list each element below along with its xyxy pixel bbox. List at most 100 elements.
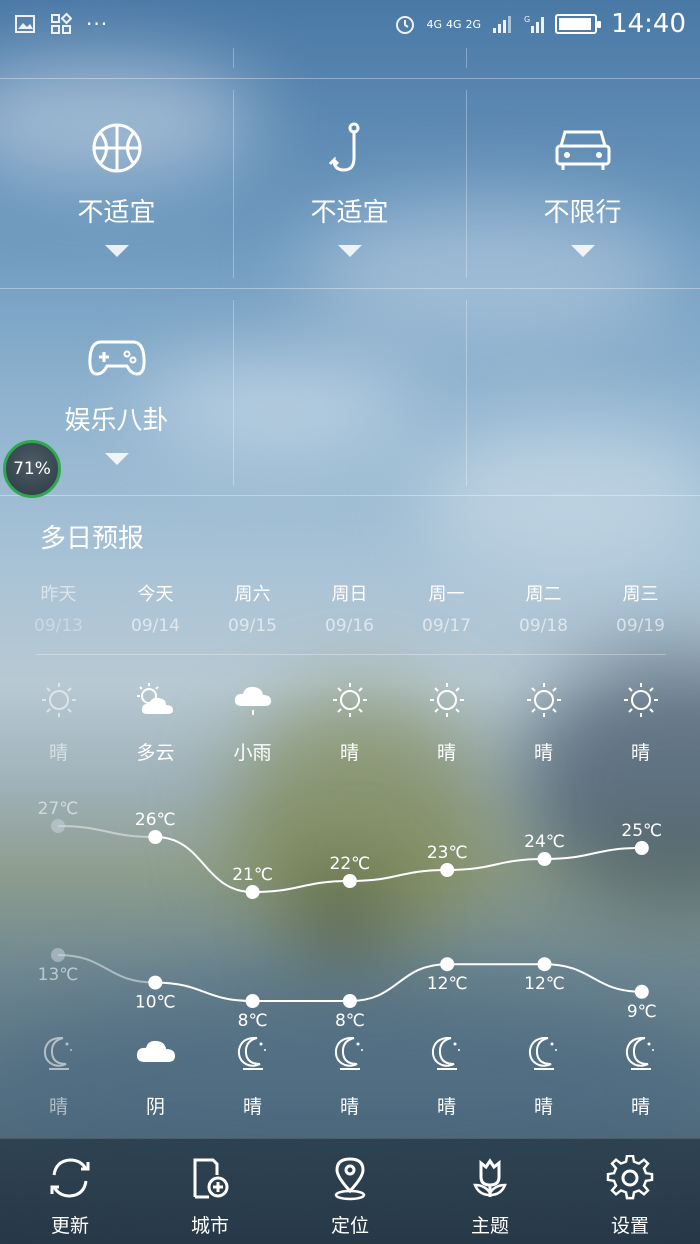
index-label: 不限行 xyxy=(543,198,622,228)
night-weather-text: 晴 xyxy=(436,1096,456,1118)
night-weather-cell: 晴 xyxy=(10,1032,107,1119)
high-temp-label: 22℃ xyxy=(330,854,371,874)
bottom-navigation: 更新 城市 定位 主题 设置 xyxy=(0,1138,700,1244)
day-weather-text: 多云 xyxy=(136,742,175,764)
index-tile-basketball[interactable]: 不适宜 xyxy=(0,92,233,292)
network-label-3: 2G xyxy=(465,17,482,31)
image-icon xyxy=(15,15,35,33)
fishing-hook-icon xyxy=(328,122,359,172)
expand-caret-icon[interactable] xyxy=(570,245,595,257)
index-tile-fishing[interactable]: 不适宜 xyxy=(233,92,466,292)
forecast-day-column: 周六 09/15 xyxy=(204,580,301,636)
sun-icon xyxy=(526,683,561,717)
svg-text:G: G xyxy=(524,15,530,24)
forecast-days-header: 昨天 09/13 今天 09/14 周六 09/15 周日 09/16 周一 09/17 … xyxy=(10,580,690,640)
index-label: 娱乐八卦 xyxy=(64,406,169,436)
index-tile-car[interactable]: 不限行 xyxy=(466,92,699,292)
high-temp-point xyxy=(537,852,552,866)
low-temp-label: 10℃ xyxy=(135,993,176,1013)
city-icon xyxy=(193,1158,229,1199)
nav-locate-button[interactable]: 定位 xyxy=(280,1155,420,1238)
refresh-icon xyxy=(50,1158,90,1198)
day-weather-cell: 晴 xyxy=(495,680,592,765)
sun-icon xyxy=(429,683,464,717)
night-weather-cell: 晴 xyxy=(495,1032,592,1119)
nav-city-button[interactable]: 城市 xyxy=(140,1155,280,1238)
night-weather-text: 晴 xyxy=(242,1096,262,1118)
clock-time: 14:40 xyxy=(611,9,686,39)
network-labels: 4G 4G 2G xyxy=(426,19,481,30)
light-rain-icon xyxy=(234,686,271,715)
forecast-day-column: 今天 09/14 xyxy=(107,580,204,636)
day-date: 09/14 xyxy=(131,616,180,636)
index-label: 不适宜 xyxy=(77,198,156,228)
signal-icon xyxy=(493,16,512,33)
nav-label: 主题 xyxy=(470,1215,509,1237)
moon-icon xyxy=(625,1037,654,1070)
expand-caret-icon[interactable] xyxy=(104,245,129,257)
high-temp-label: 26℃ xyxy=(135,810,176,830)
forecast-day-column: 周二 09/18 xyxy=(495,580,592,636)
sun-icon xyxy=(41,683,76,717)
low-temp-label: 12℃ xyxy=(427,974,468,994)
day-name: 昨天 xyxy=(40,584,77,605)
night-weather-cell: 晴 xyxy=(398,1032,495,1119)
low-temp-label: 9℃ xyxy=(627,1002,657,1022)
grid-divider xyxy=(0,78,700,79)
low-temp-point xyxy=(245,994,260,1008)
low-temp-point xyxy=(440,957,455,972)
day-weather-text: 晴 xyxy=(630,742,650,764)
night-weather-text: 晴 xyxy=(630,1096,650,1118)
day-weather-text: 晴 xyxy=(533,742,553,764)
high-temp-point xyxy=(342,874,357,888)
expand-caret-icon[interactable] xyxy=(337,245,362,257)
low-temp-point xyxy=(51,948,65,962)
high-temp-label: 25℃ xyxy=(621,821,662,841)
life-index-grid: 不适宜 不适宜 不限行 娱乐八卦 xyxy=(0,48,700,496)
low-temp-label: 8℃ xyxy=(238,1011,268,1031)
day-date: 09/15 xyxy=(228,616,277,636)
high-temp-point xyxy=(634,841,649,855)
night-weather-text: 晴 xyxy=(48,1096,68,1118)
car-icon xyxy=(555,130,610,170)
battery-fill xyxy=(559,18,592,30)
high-temp-point xyxy=(51,819,65,833)
day-date: 09/17 xyxy=(422,616,471,636)
low-temp-point xyxy=(148,975,163,990)
moon-icon xyxy=(334,1037,363,1070)
nav-refresh-button[interactable]: 更新 xyxy=(0,1155,140,1238)
forecast-title: 多日预报 xyxy=(40,524,145,554)
moon-icon xyxy=(528,1037,557,1070)
day-name: 周六 xyxy=(234,584,271,605)
forecast-day-column: 昨天 09/13 xyxy=(10,580,107,636)
day-weather-text: 晴 xyxy=(48,742,68,764)
expand-caret-icon[interactable] xyxy=(104,453,129,465)
more-dots-icon: ··· xyxy=(86,12,109,36)
nav-label: 定位 xyxy=(330,1215,369,1237)
network-label-1: 4G xyxy=(426,17,442,31)
day-weather-cell: 晴 xyxy=(592,680,689,765)
night-weather-cell: 晴 xyxy=(301,1032,398,1119)
theme-flower-icon xyxy=(473,1158,507,1197)
day-name: 周一 xyxy=(428,584,465,605)
high-temp-label: 21℃ xyxy=(232,865,273,885)
low-temp-point xyxy=(342,994,357,1008)
high-temp-label: 27℃ xyxy=(38,799,79,819)
gear-icon xyxy=(606,1155,654,1200)
day-weather-cell: 晴 xyxy=(301,680,398,765)
signal-g-icon: G xyxy=(524,15,545,33)
low-temp-point xyxy=(634,984,649,999)
sun-icon xyxy=(623,683,658,717)
day-weather-cell: 晴 xyxy=(398,680,495,765)
low-temp-label: 8℃ xyxy=(335,1011,365,1031)
floating-memory-ball[interactable]: 71% xyxy=(3,440,61,498)
high-temp-point xyxy=(440,863,455,877)
bubble-percent: 71% xyxy=(13,459,51,479)
high-temp-point xyxy=(245,885,260,899)
low-temp-line xyxy=(155,963,642,1003)
nav-label: 设置 xyxy=(610,1215,649,1237)
nav-theme-button[interactable]: 主题 xyxy=(420,1155,560,1238)
high-temp-label: 24℃ xyxy=(524,832,565,852)
nav-settings-button[interactable]: 设置 xyxy=(560,1155,700,1238)
forecast-day-column: 周三 09/19 xyxy=(592,580,689,636)
